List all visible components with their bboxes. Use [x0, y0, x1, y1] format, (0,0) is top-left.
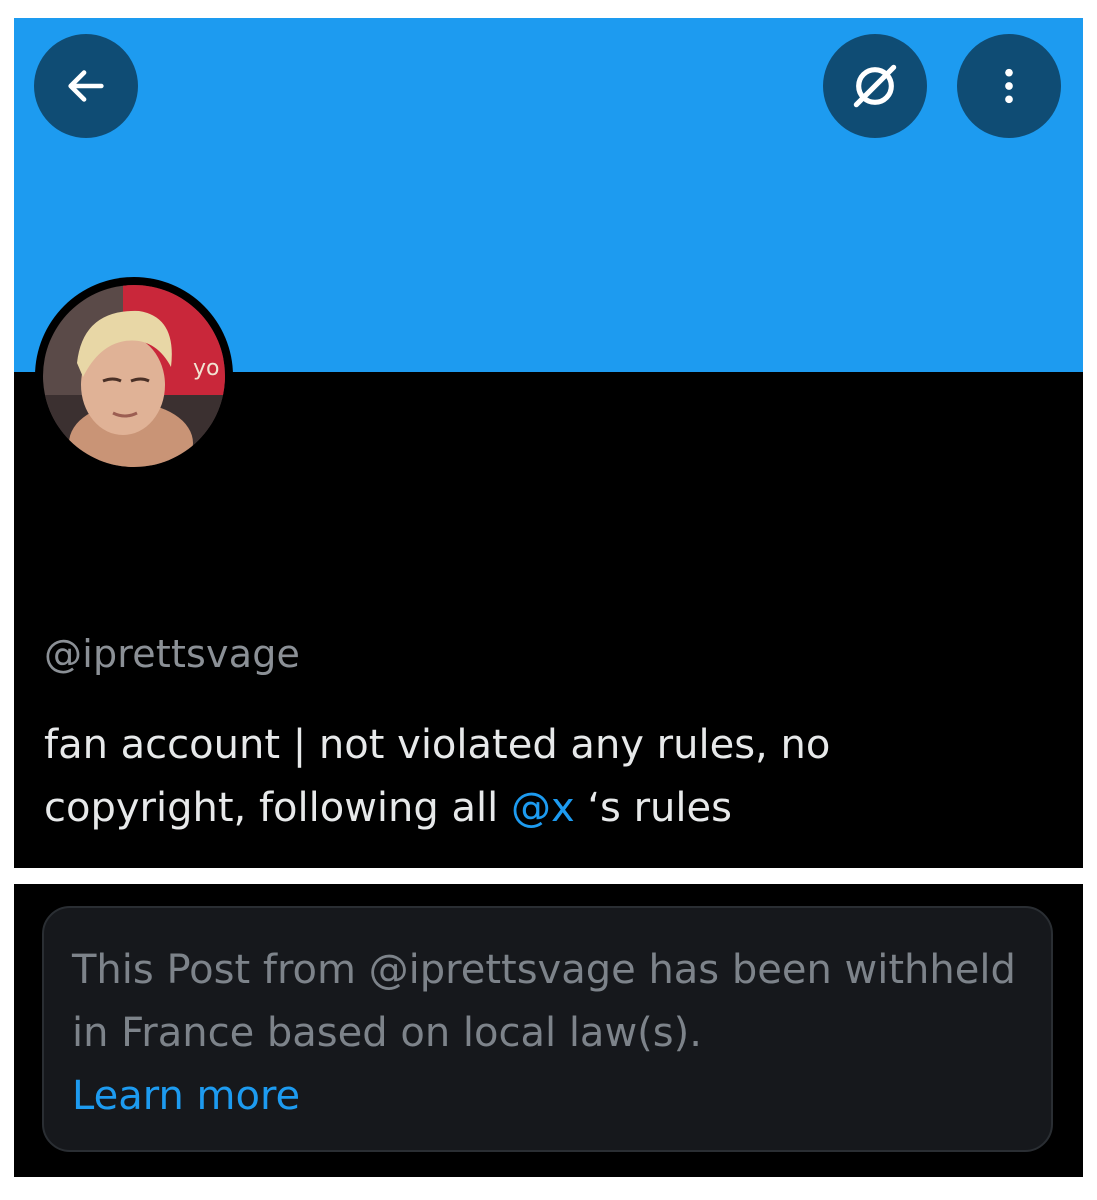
avatar[interactable]: yo — [35, 277, 233, 475]
bio-mention-link[interactable]: @x — [511, 785, 575, 831]
profile-handle: @iprettsvage — [44, 632, 301, 676]
withheld-panel: This Post from @iprettsvage has been wit… — [14, 884, 1083, 1177]
back-button[interactable] — [34, 34, 138, 138]
profile-bio: fan account | not violated any rules, no… — [44, 714, 1044, 840]
more-vertical-icon — [1005, 68, 1013, 104]
withheld-message: This Post from @iprettsvage has been wit… — [72, 947, 1016, 1056]
learn-more-link[interactable]: Learn more — [72, 1073, 300, 1119]
withheld-notice-text: This Post from @iprettsvage has been wit… — [72, 939, 1032, 1128]
svg-text:yo: yo — [193, 356, 219, 381]
more-button[interactable] — [957, 34, 1061, 138]
avatar-image: yo — [43, 285, 225, 467]
bio-text-end: ‘s rules — [574, 785, 732, 831]
grok-icon — [853, 64, 897, 108]
grok-button[interactable] — [823, 34, 927, 138]
withheld-notice: This Post from @iprettsvage has been wit… — [42, 906, 1053, 1152]
profile-panel: yo @iprettsvage fan account | not violat… — [14, 18, 1083, 868]
arrow-left-icon — [68, 70, 104, 102]
